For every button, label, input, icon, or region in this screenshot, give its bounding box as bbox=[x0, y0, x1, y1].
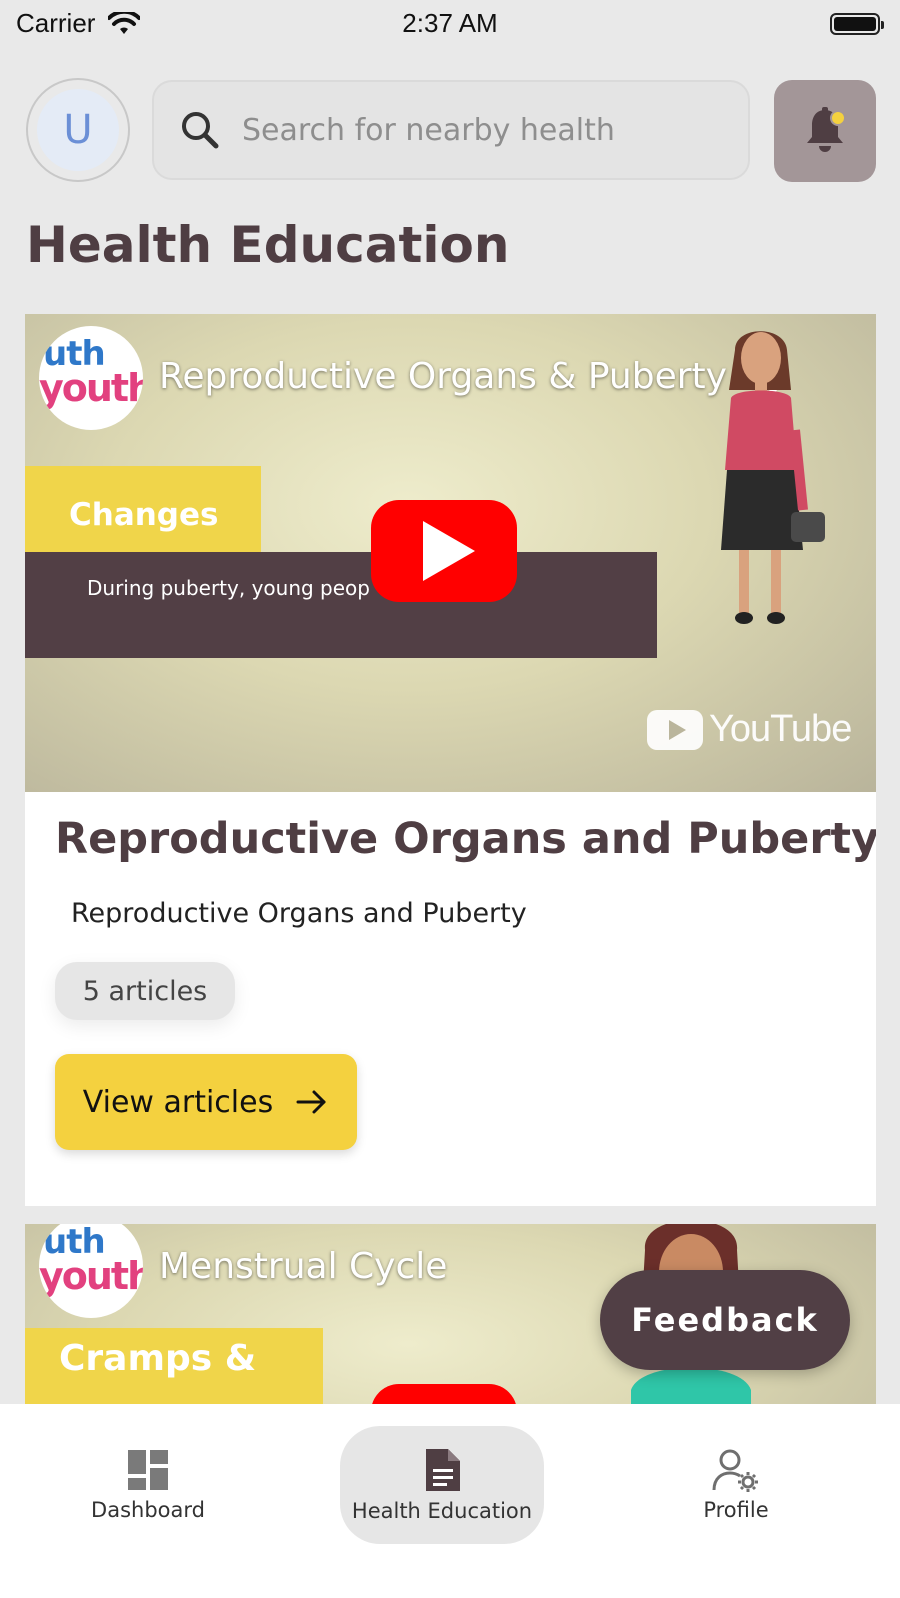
nav-label: Profile bbox=[703, 1498, 769, 1522]
play-button[interactable] bbox=[371, 500, 517, 602]
nav-label: Dashboard bbox=[91, 1498, 205, 1522]
user-settings-icon bbox=[712, 1449, 758, 1492]
search-bar[interactable] bbox=[152, 80, 750, 180]
video-title[interactable]: Menstrual Cycle bbox=[159, 1246, 447, 1287]
youtube-icon bbox=[647, 709, 703, 750]
video-title[interactable]: Reproductive Organs & Puberty bbox=[159, 356, 727, 397]
video-caption-banner bbox=[25, 552, 657, 658]
channel-logo-text: youth bbox=[39, 1254, 143, 1298]
nav-item-health-education[interactable]: Health Education bbox=[340, 1426, 544, 1544]
view-articles-label: View articles bbox=[82, 1084, 274, 1120]
arrow-right-icon bbox=[296, 1090, 326, 1114]
bottom-nav: Dashboard Health Education Profile bbox=[0, 1404, 900, 1598]
nav-item-profile[interactable]: Profile bbox=[634, 1426, 838, 1544]
page-title: Health Education bbox=[26, 216, 510, 274]
avatar-initial: U bbox=[37, 89, 119, 171]
video-player[interactable]: uth youth Reproductive Organs & Puberty … bbox=[25, 314, 876, 792]
topic-card: uth youth Reproductive Organs & Puberty … bbox=[25, 314, 876, 1206]
avatar[interactable]: U bbox=[26, 78, 130, 182]
search-icon bbox=[182, 112, 219, 149]
card-title: Reproductive Organs and Puberty bbox=[55, 814, 876, 864]
character-illustration bbox=[721, 331, 825, 624]
card-subtitle: Reproductive Organs and Puberty bbox=[71, 898, 527, 929]
feedback-button[interactable]: Feedback bbox=[600, 1270, 850, 1370]
article-count-badge: 5 articles bbox=[55, 962, 235, 1020]
channel-logo-text: youth bbox=[39, 366, 143, 410]
clock: 2:37 AM bbox=[402, 8, 498, 38]
nav-label: Health Education bbox=[351, 1499, 533, 1523]
battery-icon bbox=[830, 13, 884, 35]
channel-logo: uth youth bbox=[39, 1224, 143, 1318]
notification-button[interactable] bbox=[774, 80, 876, 182]
video-banner-label: Cramps & bbox=[59, 1338, 257, 1379]
dashboard-icon bbox=[128, 1450, 168, 1490]
document-icon bbox=[426, 1449, 460, 1491]
nav-item-dashboard[interactable]: Dashboard bbox=[46, 1426, 250, 1544]
search-input[interactable] bbox=[242, 112, 722, 148]
youtube-logo[interactable]: YouTube bbox=[647, 708, 852, 751]
status-bar: Carrier 2:37 AM bbox=[0, 0, 900, 48]
youtube-label: YouTube bbox=[709, 708, 852, 750]
video-banner-label: Changes bbox=[69, 497, 219, 533]
bell-icon bbox=[807, 107, 846, 152]
video-caption: During puberty, young peop bbox=[87, 576, 370, 600]
channel-logo: uth youth bbox=[39, 326, 143, 430]
view-articles-button[interactable]: View articles bbox=[55, 1054, 357, 1150]
